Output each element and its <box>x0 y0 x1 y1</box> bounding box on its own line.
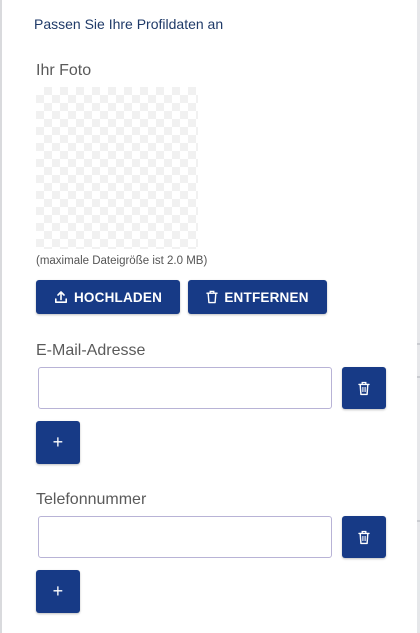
add-phone-button[interactable]: + <box>36 570 80 613</box>
upload-icon <box>54 290 68 304</box>
delete-email-button[interactable] <box>342 367 386 409</box>
phone-label: Telefonnummer <box>36 491 147 508</box>
remove-button-label: ENTFERNEN <box>224 289 309 305</box>
trash-icon <box>358 530 370 545</box>
page-subtitle: Passen Sie Ihre Profildaten an <box>34 16 224 32</box>
phone-field[interactable] <box>38 516 332 558</box>
file-size-hint: (maximale Dateigröße ist 2.0 MB) <box>36 255 208 267</box>
trash-icon <box>206 290 219 304</box>
remove-photo-button[interactable]: ENTFERNEN <box>188 280 327 314</box>
panel-left-border <box>0 0 2 633</box>
email-field[interactable] <box>38 367 332 409</box>
add-email-button[interactable]: + <box>36 421 80 464</box>
email-label: E-Mail-Adresse <box>36 342 146 359</box>
upload-button-label: HOCHLADEN <box>73 289 163 305</box>
photo-label: Ihr Foto <box>36 62 92 79</box>
upload-button[interactable]: HOCHLADEN <box>36 280 180 314</box>
profile-photo-placeholder <box>36 87 198 249</box>
profile-panel: Passen Sie Ihre Profildaten an Ihr Foto … <box>0 0 420 633</box>
delete-phone-button[interactable] <box>342 516 386 558</box>
trash-icon <box>358 381 370 396</box>
